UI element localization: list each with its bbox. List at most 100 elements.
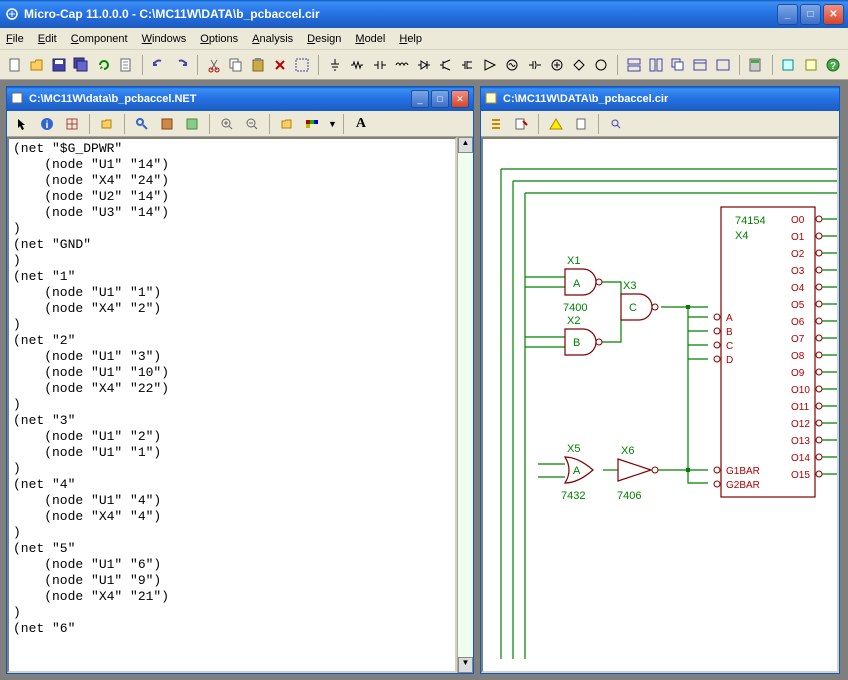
tag-button[interactable] xyxy=(181,113,203,135)
isource-icon[interactable] xyxy=(570,54,588,76)
refresh-button[interactable] xyxy=(95,54,113,76)
netlist-textarea[interactable]: (net "$G_DPWR" (node "U1" "14") (node "X… xyxy=(7,137,457,673)
undo-button[interactable] xyxy=(150,54,168,76)
edit-button[interactable] xyxy=(510,113,532,135)
copy-button[interactable] xyxy=(227,54,245,76)
decoder-ref: X4 xyxy=(735,230,748,242)
gate-x5-name: X5 xyxy=(567,443,580,455)
cascade-button[interactable] xyxy=(669,54,687,76)
scroll-up-icon[interactable]: ▲ xyxy=(458,137,473,153)
tool2-button[interactable] xyxy=(802,54,820,76)
scroll-down-icon[interactable]: ▼ xyxy=(458,657,473,673)
win2-button[interactable] xyxy=(713,54,731,76)
svg-text:O11: O11 xyxy=(791,402,810,413)
netlist-toolbar: i ▼ A xyxy=(7,111,473,137)
netlist-scrollbar[interactable]: ▲ ▼ xyxy=(457,137,473,673)
menu-analysis[interactable]: Analysis xyxy=(252,33,293,45)
netlist-close-button[interactable]: ✕ xyxy=(451,90,469,108)
new-button[interactable] xyxy=(6,54,24,76)
paste-button[interactable] xyxy=(249,54,267,76)
vsource-icon[interactable] xyxy=(592,54,610,76)
battery-icon[interactable] xyxy=(548,54,566,76)
zoom-in-button[interactable] xyxy=(216,113,238,135)
netlist-minimize-button[interactable]: _ xyxy=(411,90,429,108)
decoder-type: 74154 xyxy=(735,215,766,227)
tool1-button[interactable] xyxy=(779,54,797,76)
minimize-button[interactable]: _ xyxy=(777,4,798,25)
cut-button[interactable] xyxy=(205,54,223,76)
menu-model[interactable]: Model xyxy=(355,33,385,45)
book-button[interactable] xyxy=(156,113,178,135)
gate-x5-type: 7432 xyxy=(561,490,585,502)
svg-text:?: ? xyxy=(830,61,836,72)
menu-component[interactable]: Component xyxy=(71,33,128,45)
open-button[interactable] xyxy=(28,54,46,76)
svg-text:O7: O7 xyxy=(791,334,805,345)
tile-h-button[interactable] xyxy=(625,54,643,76)
close-button[interactable]: ✕ xyxy=(823,4,844,25)
gate-x2-name: X2 xyxy=(567,315,580,327)
netlist-titlebar[interactable]: C:\MC11W\data\b_pcbaccel.NET _ □ ✕ xyxy=(7,87,473,111)
diode-icon[interactable] xyxy=(415,54,433,76)
menu-design[interactable]: Design xyxy=(307,33,341,45)
capacitor-icon[interactable] xyxy=(371,54,389,76)
text-button[interactable]: A xyxy=(350,113,372,135)
folder-button[interactable] xyxy=(276,113,298,135)
svg-text:O3: O3 xyxy=(791,266,805,277)
svg-text:O4: O4 xyxy=(791,283,805,294)
gate-x3-name: X3 xyxy=(623,280,636,292)
calc-button[interactable] xyxy=(746,54,764,76)
grid-button[interactable] xyxy=(61,113,83,135)
warning-button[interactable] xyxy=(545,113,567,135)
tile-v-button[interactable] xyxy=(647,54,665,76)
svg-text:O5: O5 xyxy=(791,300,805,311)
menu-options[interactable]: Options xyxy=(200,33,238,45)
menu-windows[interactable]: Windows xyxy=(142,33,187,45)
save-all-button[interactable] xyxy=(72,54,90,76)
explore-button[interactable] xyxy=(605,113,627,135)
find-button[interactable] xyxy=(131,113,153,135)
palette-button[interactable] xyxy=(301,113,323,135)
maximize-button[interactable]: □ xyxy=(800,4,821,25)
opamp-icon[interactable] xyxy=(481,54,499,76)
dropdown-arrow-icon[interactable]: ▼ xyxy=(328,119,337,129)
doc-button[interactable] xyxy=(570,113,592,135)
mosfet-icon[interactable] xyxy=(459,54,477,76)
netlist-maximize-button[interactable]: □ xyxy=(431,90,449,108)
menu-file[interactable]: File xyxy=(6,33,24,45)
svg-text:O1: O1 xyxy=(791,232,805,243)
svg-text:O6: O6 xyxy=(791,317,805,328)
cap2-icon[interactable] xyxy=(526,54,544,76)
source-icon[interactable] xyxy=(503,54,521,76)
svg-text:C: C xyxy=(726,341,733,352)
delete-button[interactable] xyxy=(271,54,289,76)
open2-button[interactable] xyxy=(96,113,118,135)
list-button[interactable] xyxy=(485,113,507,135)
gate-x1-sym: A xyxy=(573,278,581,290)
menu-edit[interactable]: Edit xyxy=(38,33,57,45)
svg-text:O12: O12 xyxy=(791,419,810,430)
netlist-window: C:\MC11W\data\b_pcbaccel.NET _ □ ✕ i ▼ A xyxy=(6,86,474,674)
redo-button[interactable] xyxy=(172,54,190,76)
ground-icon[interactable] xyxy=(326,54,344,76)
svg-text:D: D xyxy=(726,355,733,366)
transistor-icon[interactable] xyxy=(437,54,455,76)
help-button[interactable]: ? xyxy=(824,54,842,76)
win-button[interactable] xyxy=(691,54,709,76)
inductor-icon[interactable] xyxy=(393,54,411,76)
gate-x2-sym: B xyxy=(573,337,580,349)
menu-help[interactable]: Help xyxy=(399,33,422,45)
schematic-toolbar xyxy=(481,111,839,137)
resistor-icon[interactable] xyxy=(348,54,366,76)
main-toolbar: ? xyxy=(0,50,848,80)
schematic-canvas[interactable]: X1 A 7400 X2 B X3 C xyxy=(481,137,839,673)
select-all-button[interactable] xyxy=(293,54,311,76)
svg-text:O15: O15 xyxy=(791,470,810,481)
schematic-title: C:\MC11W\DATA\b_pcbaccel.cir xyxy=(503,93,835,105)
zoom-out-button[interactable] xyxy=(241,113,263,135)
save-button[interactable] xyxy=(50,54,68,76)
select-mode-button[interactable] xyxy=(11,113,33,135)
info-button[interactable]: i xyxy=(36,113,58,135)
schematic-titlebar[interactable]: C:\MC11W\DATA\b_pcbaccel.cir xyxy=(481,87,839,111)
page-button[interactable] xyxy=(117,54,135,76)
